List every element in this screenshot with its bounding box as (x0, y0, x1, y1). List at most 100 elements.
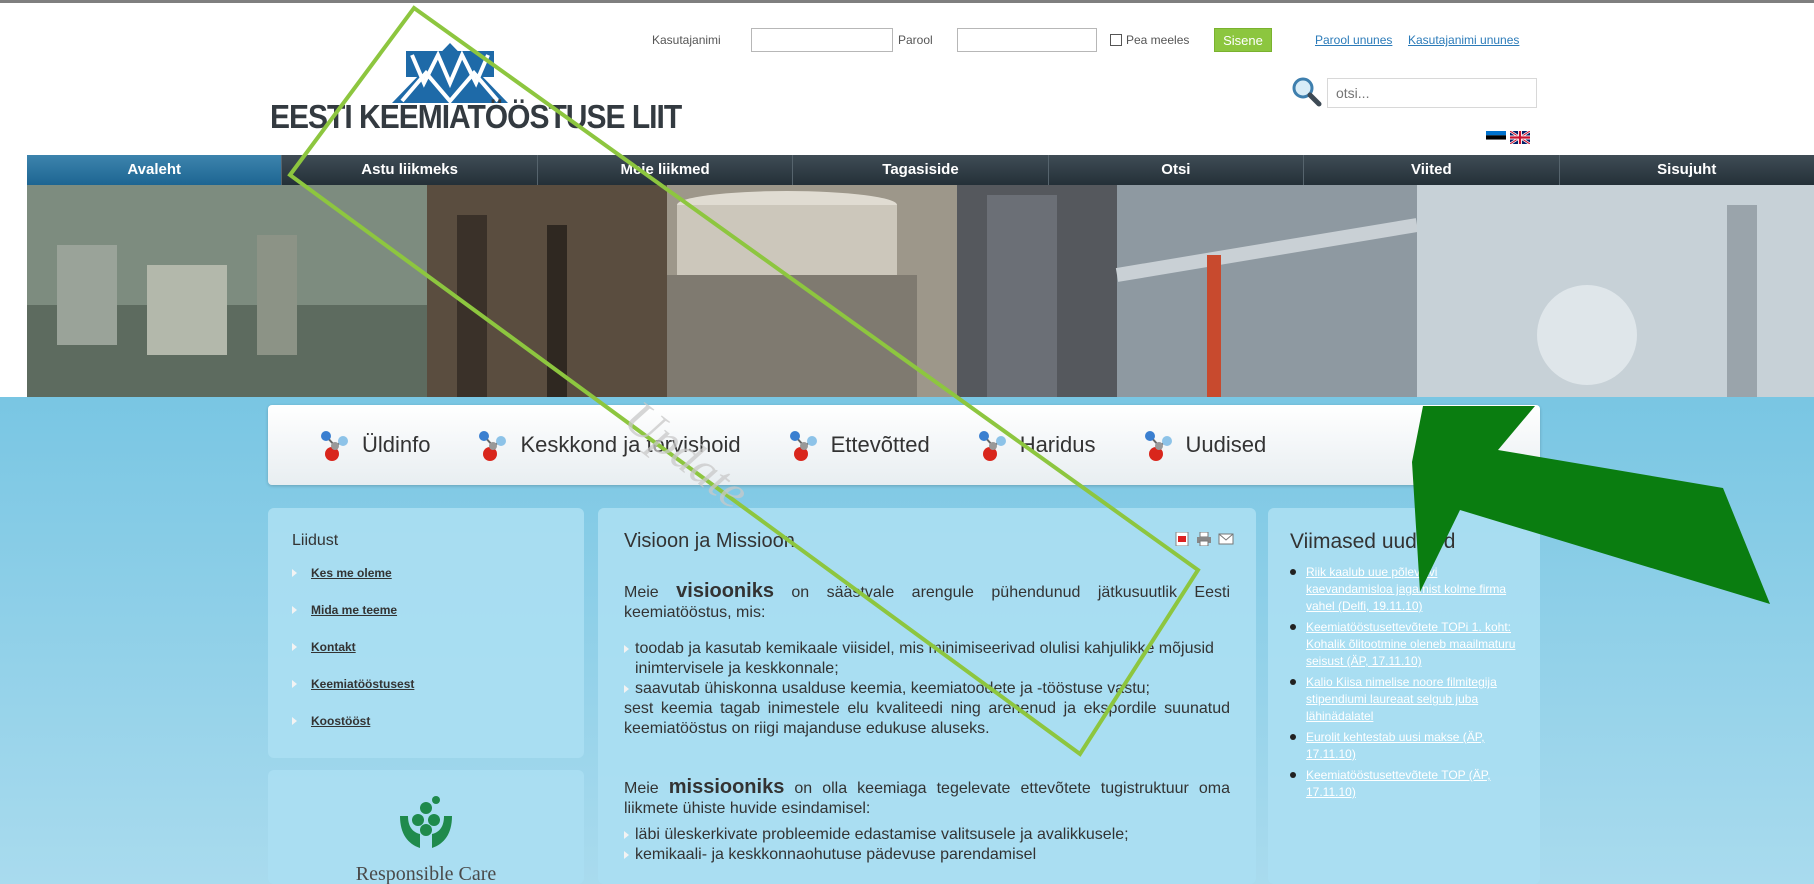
mission-bullet: läbi üleskerkivate probleemide edastamis… (624, 825, 1230, 845)
vision-paragraph: Meie visiooniks on säästvale arengule pü… (624, 581, 1230, 623)
bullet-icon (1290, 772, 1296, 778)
sidebar-link-label: Kes me oleme (311, 566, 392, 580)
news-link[interactable]: Keemiatööstusettevõtete TOP (ÄP, 17.11.1… (1306, 767, 1518, 801)
forgot-username-link[interactable]: Kasutajanimi ununes (1408, 33, 1519, 47)
mission-paragraph: Meie missiooniks on olla keemiaga tegele… (624, 777, 1230, 819)
news-link[interactable]: Keemiatööstusettevõtete TOPi 1. koht: Ko… (1306, 619, 1518, 670)
about-panel-title: Liidust (292, 532, 339, 549)
vision-bullet: saavutab ühiskonna usalduse keemia, keem… (624, 679, 1230, 699)
nav-item-otsi[interactable]: Otsi (1049, 155, 1305, 185)
estonian-flag-icon[interactable] (1486, 131, 1506, 144)
molecule-icon (321, 431, 348, 461)
mission-bullet: kemikaali- ja keskkonnaohutuse pädevuse … (624, 845, 1230, 865)
news-link[interactable]: Kalio Kiisa nimelise noore filmitegija s… (1306, 674, 1518, 725)
molecule-icon (978, 431, 1006, 461)
bullet-icon (1290, 679, 1296, 685)
nav-item-avaleht[interactable]: Avaleht (27, 155, 283, 185)
category-uldinfo[interactable]: Üldinfo (316, 427, 430, 463)
remember-me[interactable]: Pea meeles (1110, 33, 1189, 47)
news-item[interactable]: Riik kaalub uue põlevkivi kaevandamisloa… (1290, 564, 1518, 615)
remember-label: Pea meeles (1126, 33, 1190, 47)
bullet-icon (1290, 569, 1296, 575)
arrow-icon (292, 680, 297, 688)
news-link[interactable]: Eurolit kehtestab uusi makse (ÄP, 17.11.… (1306, 729, 1518, 763)
banner-image (27, 185, 1814, 397)
sidebar-link-label: Koostööst (311, 714, 371, 728)
logo-text[interactable]: EESTI KEEMIATÖÖSTUSE LIIT (270, 99, 682, 136)
news-item[interactable]: Kalio Kiisa nimelise noore filmitegija s… (1290, 674, 1518, 725)
molecule-icon (789, 431, 817, 461)
sidebar-link-kes-me-oleme[interactable]: Kes me oleme (292, 566, 560, 580)
arrow-icon (292, 717, 297, 725)
arrow-icon (292, 569, 297, 577)
news-item[interactable]: Keemiatööstusettevõtete TOP (ÄP, 17.11.1… (1290, 767, 1518, 801)
vision-keyword: visiooniks (676, 580, 774, 602)
bullet-icon (1290, 734, 1296, 740)
nav-item-astu-liikmeks[interactable]: Astu liikmeks (282, 155, 538, 185)
bullet-text: läbi üleskerkivate probleemide edastamis… (635, 826, 1129, 843)
search-input[interactable] (1327, 78, 1537, 108)
pdf-icon[interactable] (1174, 532, 1190, 546)
arrow-icon (292, 606, 297, 614)
mission-text-pre: Meie (624, 780, 669, 797)
article-tools (1174, 532, 1234, 546)
nav-item-tagasiside[interactable]: Tagasiside (793, 155, 1049, 185)
sidebar-link-keemiatoostusest[interactable]: Keemiatööstusest (292, 677, 560, 691)
bullet-icon (624, 851, 629, 859)
nav-item-meie-liikmed[interactable]: Meie liikmed (538, 155, 794, 185)
forgot-password-link[interactable]: Parool ununes (1315, 33, 1392, 47)
bullet-icon (1290, 624, 1296, 630)
bullet-icon (624, 685, 629, 693)
responsible-care-icon (400, 796, 452, 848)
about-panel: Liidust Kes me oleme Mida me teeme Konta… (268, 508, 584, 758)
login-button[interactable]: Sisene (1214, 28, 1272, 52)
english-flag-icon[interactable] (1510, 131, 1530, 144)
nav-item-sisujuht[interactable]: Sisujuht (1560, 155, 1814, 185)
logo-icon (392, 43, 508, 103)
password-label: Parool (898, 33, 933, 47)
article-title: Visioon ja Missioon (624, 530, 795, 552)
search-icon[interactable] (1290, 76, 1322, 108)
category-label: Haridus (1019, 432, 1096, 457)
mission-keyword: missiooniks (668, 776, 785, 798)
category-ettevotted[interactable]: Ettevõtted (785, 427, 930, 463)
news-title: Viimased uudised (1290, 530, 1456, 553)
print-icon[interactable] (1196, 532, 1212, 546)
username-label: Kasutajanimi (652, 33, 721, 47)
category-haridus[interactable]: Haridus (974, 427, 1096, 463)
news-panel: Viimased uudised Riik kaalub uue põlevki… (1268, 508, 1540, 884)
arrow-icon (292, 643, 297, 651)
password-input[interactable] (957, 28, 1097, 52)
news-link[interactable]: Riik kaalub uue põlevkivi kaevandamisloa… (1306, 564, 1518, 615)
vision-conclusion: sest keemia tagab inimestele elu kvalite… (624, 700, 1230, 737)
remember-checkbox[interactable] (1110, 34, 1122, 46)
username-input[interactable] (751, 28, 893, 52)
sidebar-link-label: Keemiatööstusest (311, 677, 415, 691)
bullet-text: toodab ja kasutab kemikaale viisidel, mi… (635, 640, 1214, 677)
bullet-icon (624, 645, 629, 653)
bullet-text: kemikaali- ja keskkonnaohutuse pädevuse … (635, 846, 1037, 863)
site-header: EESTI KEEMIATÖÖSTUSE LIIT Kasutajanimi P… (0, 0, 1814, 155)
responsible-care-label: Responsible Care (355, 863, 497, 884)
responsible-care-panel[interactable]: Responsible Care (268, 770, 584, 884)
category-label: Ettevõtted (830, 432, 930, 457)
news-item[interactable]: Eurolit kehtestab uusi makse (ÄP, 17.11.… (1290, 729, 1518, 763)
sidebar-link-kontakt[interactable]: Kontakt (292, 640, 560, 654)
vision-bullet: toodab ja kasutab kemikaale viisidel, mi… (624, 639, 1230, 679)
news-item[interactable]: Keemiatööstusettevõtete TOPi 1. koht: Ko… (1290, 619, 1518, 670)
sidebar-link-label: Kontakt (311, 640, 356, 654)
sidebar-link-koostoost[interactable]: Koostööst (292, 714, 560, 728)
molecule-icon (479, 431, 507, 461)
category-label: Uudised (1185, 432, 1267, 457)
category-label: Üldinfo (362, 432, 431, 457)
nav-item-viited[interactable]: Viited (1304, 155, 1560, 185)
category-uudised[interactable]: Uudised (1140, 427, 1267, 463)
sidebar-link-mida-me-teeme[interactable]: Mida me teeme (292, 603, 560, 617)
email-icon[interactable] (1218, 532, 1234, 546)
sidebar-link-label: Mida me teeme (311, 603, 398, 617)
category-bar: Üldinfo Keskkond ja tervishoid Ettevõtte… (268, 405, 1540, 485)
main-nav: Avaleht Astu liikmeks Meie liikmed Tagas… (27, 155, 1814, 185)
article-panel: Visioon ja Missioon Meie visiooniks on s… (598, 508, 1256, 884)
industrial-plant-illustration (27, 185, 1814, 397)
bullet-icon (624, 831, 629, 839)
